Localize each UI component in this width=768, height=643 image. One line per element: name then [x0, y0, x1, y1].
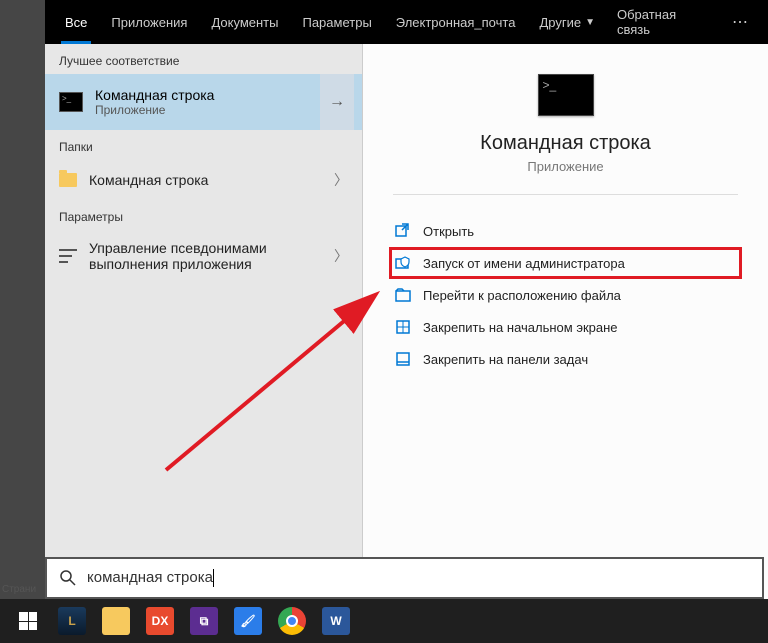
- tab-other[interactable]: Другие▼: [527, 0, 607, 44]
- search-input[interactable]: командная строка: [87, 569, 750, 587]
- tab-settings[interactable]: Параметры: [290, 0, 383, 44]
- tab-documents[interactable]: Документы: [199, 0, 290, 44]
- action-pin-taskbar-label: Закрепить на панели задач: [423, 352, 588, 367]
- best-match-item[interactable]: Командная строка Приложение →: [45, 74, 362, 130]
- chevron-right-icon: 〉: [334, 170, 348, 190]
- settings-result[interactable]: Управление псевдонимами выполнения прило…: [45, 230, 362, 282]
- truncated-label: Страни: [2, 584, 36, 595]
- tab-all[interactable]: Все: [53, 0, 99, 44]
- action-file-location-label: Перейти к расположению файла: [423, 288, 621, 303]
- cmd-icon: [59, 92, 83, 112]
- pin-taskbar-icon: [395, 351, 411, 367]
- section-settings: Параметры: [45, 200, 362, 230]
- taskbar-app-lol[interactable]: L: [50, 601, 94, 641]
- taskbar: L DX ⧉ 🖌 W: [0, 599, 768, 643]
- windows-icon: [19, 612, 37, 630]
- action-pin-start[interactable]: Закрепить на начальном экране: [389, 311, 742, 343]
- search-panel: Лучшее соответствие Командная строка При…: [45, 44, 768, 599]
- cmd-icon-large: [538, 74, 594, 116]
- taskbar-app-dx[interactable]: DX: [138, 601, 182, 641]
- taskbar-app-vs[interactable]: ⧉: [182, 601, 226, 641]
- actions-list: Открыть Запуск от имени администратора П…: [363, 215, 768, 375]
- action-pin-taskbar[interactable]: Закрепить на панели задач: [389, 343, 742, 375]
- more-icon[interactable]: ⋯: [722, 12, 760, 32]
- search-tabs: Все Приложения Документы Параметры Элект…: [45, 0, 768, 44]
- chevron-right-icon: 〉: [334, 246, 348, 266]
- details-title: Командная строка: [363, 132, 768, 155]
- start-button[interactable]: [6, 601, 50, 641]
- tab-email[interactable]: Электронная_почта: [384, 0, 528, 44]
- best-match-subtitle: Приложение: [95, 103, 214, 117]
- section-best-match: Лучшее соответствие: [45, 44, 362, 74]
- action-run-as-admin[interactable]: Запуск от имени администратора: [389, 247, 742, 279]
- action-run-as-admin-label: Запуск от имени администратора: [423, 256, 625, 271]
- feedback-link[interactable]: Обратная связь: [607, 7, 722, 37]
- left-gutter: [0, 0, 45, 599]
- taskbar-app-explorer[interactable]: [94, 601, 138, 641]
- action-file-location[interactable]: Перейти к расположению файла: [389, 279, 742, 311]
- chevron-down-icon: ▼: [585, 17, 595, 28]
- results-list: Лучшее соответствие Командная строка При…: [45, 44, 363, 599]
- action-open[interactable]: Открыть: [389, 215, 742, 247]
- details-pane: Командная строка Приложение Открыть Запу…: [363, 44, 768, 599]
- divider: [393, 194, 738, 195]
- folder-result-label: Командная строка: [89, 172, 208, 188]
- search-icon: [59, 569, 77, 587]
- folder-location-icon: [395, 287, 411, 303]
- taskbar-app-chrome[interactable]: [270, 601, 314, 641]
- pin-start-icon: [395, 319, 411, 335]
- search-bar[interactable]: командная строка: [45, 557, 764, 599]
- action-pin-start-label: Закрепить на начальном экране: [423, 320, 618, 335]
- folder-icon: [59, 173, 77, 187]
- settings-result-label: Управление псевдонимами выполнения прило…: [89, 240, 309, 272]
- best-match-title: Командная строка: [95, 87, 214, 103]
- open-icon: [395, 223, 411, 239]
- expand-arrow-icon[interactable]: →: [320, 74, 354, 130]
- folder-result[interactable]: Командная строка 〉: [45, 160, 362, 200]
- section-folders: Папки: [45, 130, 362, 160]
- list-icon: [59, 249, 77, 263]
- details-subtitle: Приложение: [363, 159, 768, 174]
- admin-icon: [395, 255, 411, 271]
- taskbar-app-word[interactable]: W: [314, 601, 358, 641]
- action-open-label: Открыть: [423, 224, 474, 239]
- tab-apps[interactable]: Приложения: [99, 0, 199, 44]
- best-match-text: Командная строка Приложение: [95, 87, 214, 117]
- taskbar-app-paint[interactable]: 🖌: [226, 601, 270, 641]
